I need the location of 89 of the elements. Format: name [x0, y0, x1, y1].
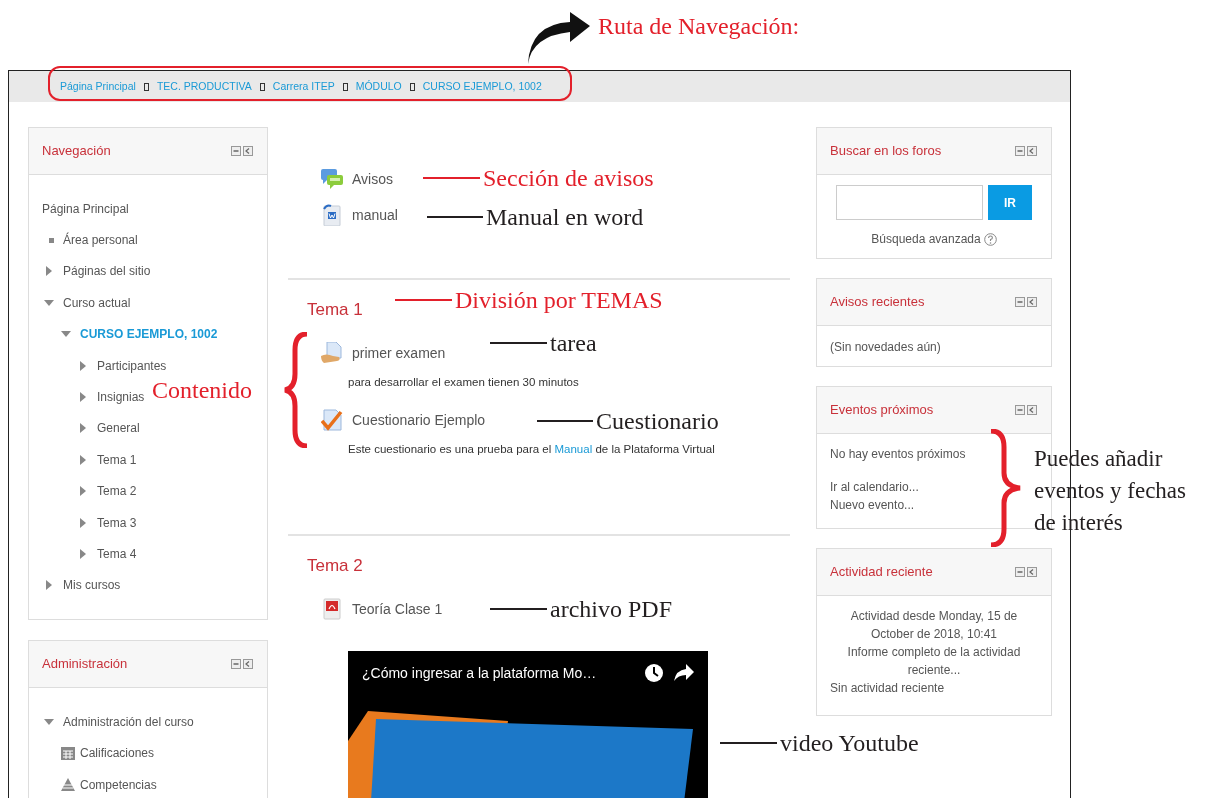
tree-item[interactable]: Insignias [97, 388, 145, 407]
caret-right-icon[interactable] [78, 423, 88, 434]
table-icon [61, 746, 75, 760]
bullet-icon [49, 237, 54, 243]
separator-icon [409, 82, 415, 91]
caret-down-icon[interactable] [44, 297, 54, 308]
tree-item[interactable]: General [97, 419, 140, 438]
block-message: (Sin novedades aún) [830, 340, 941, 354]
document-hand-icon [321, 342, 343, 364]
annotation-text: División por TEMAS [455, 286, 663, 315]
section-title: Tema 2 [307, 555, 363, 577]
block-title: Actividad reciente [830, 563, 933, 582]
share-arrow-icon[interactable] [674, 664, 694, 682]
pdf-file-icon [323, 598, 341, 620]
help-icon[interactable] [983, 232, 997, 246]
leader-line [490, 608, 547, 610]
tree-item[interactable]: Páginas del sitio [63, 262, 151, 281]
annotation-text: Sección de avisos [483, 164, 654, 193]
block-controls-icon[interactable] [231, 146, 253, 156]
tree-item[interactable]: Área personal [63, 231, 138, 250]
pyramid-icon [61, 778, 75, 792]
activity-link[interactable]: manual [352, 204, 398, 226]
leader-line [490, 342, 547, 344]
separator-icon [143, 82, 149, 91]
tree-item[interactable]: Mis cursos [63, 576, 121, 595]
activity-description: Este cuestionario es una prueba para el Manual de la Plataforma Virtual [347, 442, 716, 457]
caret-right-icon[interactable] [78, 454, 88, 465]
annotation-text: Manual en word [486, 203, 644, 232]
caret-right-icon[interactable] [78, 392, 88, 403]
activity-link[interactable]: primer examen [352, 342, 446, 364]
tree-item[interactable]: Tema 1 [97, 450, 137, 469]
caret-right-icon[interactable] [44, 266, 54, 277]
advanced-search-link[interactable]: Búsqueda avanzada [871, 230, 981, 248]
caret-down-icon[interactable] [44, 716, 54, 727]
activity-link[interactable]: Avisos [352, 168, 393, 190]
activity-description: para desarrollar el examen tienen 30 minutos [347, 375, 580, 390]
block-controls-icon[interactable] [1015, 297, 1037, 307]
separator-icon [342, 82, 348, 91]
tree-item[interactable]: Participantes [97, 356, 167, 375]
tree-item[interactable]: Curso actual [63, 293, 131, 312]
caret-right-icon[interactable] [78, 486, 88, 497]
block-message: No hay eventos próximos [830, 446, 966, 463]
annotation-text: Contenido [152, 376, 252, 405]
tree-item[interactable]: Tema 3 [97, 513, 137, 532]
caret-right-icon[interactable] [44, 580, 54, 591]
leader-line [720, 742, 777, 744]
annotation-text: tarea [550, 329, 597, 358]
block-title: Eventos próximos [830, 401, 934, 420]
event-link[interactable]: Ir al calendario... [830, 478, 919, 496]
block-controls-icon[interactable] [231, 659, 253, 670]
block-title: Administración [42, 655, 128, 674]
event-link[interactable]: Nuevo evento... [830, 496, 915, 514]
activity-link[interactable]: Teoría Clase 1 [352, 598, 443, 620]
annotation-text: archivo PDF [550, 595, 672, 624]
search-field[interactable] [836, 185, 983, 220]
chat-bubbles-icon [321, 169, 343, 189]
full-report-link[interactable]: Informe completo de la actividad reciente... [830, 643, 1038, 679]
leader-line [427, 216, 483, 218]
block-message: Sin actividad reciente [830, 680, 946, 697]
block-title: Buscar en los foros [830, 142, 942, 161]
block-controls-icon[interactable] [1015, 405, 1037, 415]
tree-item[interactable]: Página Principal [42, 199, 129, 218]
section-title: Tema 1 [307, 299, 363, 321]
clock-icon[interactable] [644, 663, 664, 683]
block-title: Navegación [42, 142, 111, 161]
checklist-icon [321, 409, 343, 431]
annotation-text: Cuestionario [596, 407, 719, 436]
tree-item[interactable]: Competencias [80, 775, 157, 794]
tree-item[interactable]: Tema 4 [97, 545, 137, 563]
video-title: ¿Cómo ingresar a la plataforma Mo… [362, 663, 598, 683]
activity-link[interactable]: Cuestionario Ejemplo [352, 409, 486, 431]
leader-line [395, 299, 452, 301]
caret-right-icon[interactable] [78, 360, 88, 371]
block-title: Avisos recientes [830, 293, 925, 312]
caret-right-icon[interactable] [78, 549, 88, 559]
leader-line [537, 420, 593, 422]
leader-line [423, 177, 480, 179]
annotation-text: Ruta de Navegación: [598, 12, 800, 41]
tree-item[interactable]: Administración del curso [63, 712, 194, 731]
activity-since-text: Actividad desde Monday, 15 de October de 2018, 10:41 [849, 608, 1019, 643]
separator-icon [259, 82, 265, 91]
block-controls-icon[interactable] [1015, 146, 1037, 156]
block-controls-icon[interactable] [1015, 567, 1037, 577]
annotation-text: video Youtube [780, 729, 919, 758]
caret-right-icon[interactable] [78, 517, 88, 528]
tree-item[interactable]: Calificaciones [80, 744, 155, 763]
word-document-icon [322, 204, 342, 226]
video-player[interactable]: ¿Cómo ingresar a la plataforma Mo… [348, 651, 708, 798]
tree-item[interactable]: Tema 2 [97, 482, 137, 501]
